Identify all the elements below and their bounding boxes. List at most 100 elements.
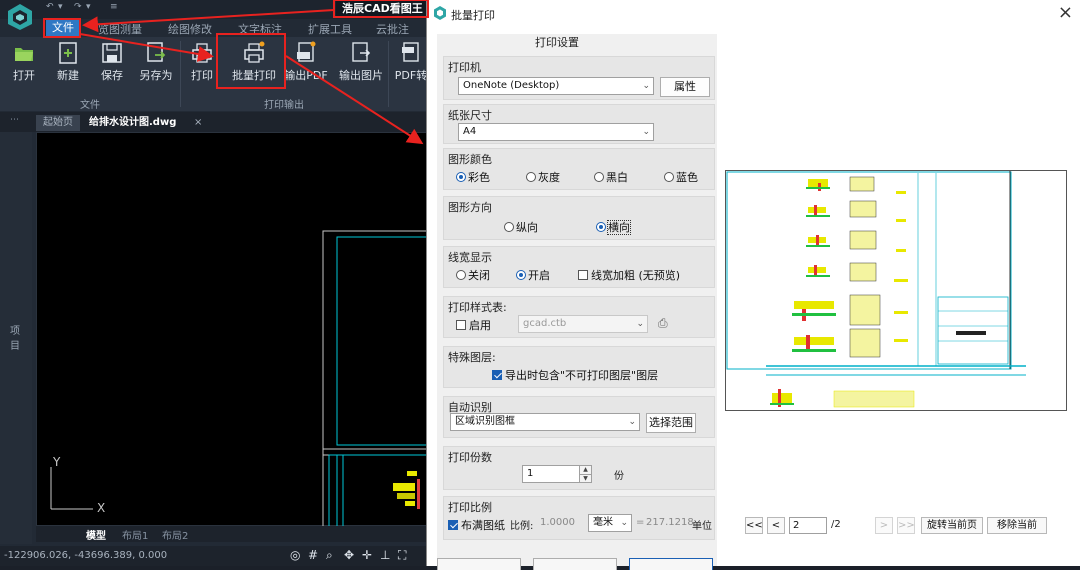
menu-draw-modify[interactable]: 绘图修改 [168,21,212,37]
dialog-title: 批量打印 [451,9,495,22]
menu-text-annotate[interactable]: 文字标注 [238,21,282,37]
graphic-color-label: 图形颜色 [448,153,492,166]
menu-cloud-annotate[interactable]: 云批注 [376,21,409,37]
first-page-button[interactable]: << [745,517,763,534]
footer-button-primary[interactable] [629,558,713,570]
include-nonprint-layer-checkbox[interactable]: 导出时包含"不可打印图层"图层 [492,367,658,383]
rotate-page-button[interactable]: 旋转当前页 [921,517,983,534]
printer-select[interactable]: OneNote (Desktop) ⌄ [458,77,654,95]
checkbox-icon [578,270,588,280]
pdf-convert-label: PDF转 [394,69,428,82]
radio-icon [594,172,604,182]
next-page-button[interactable]: > [875,517,893,534]
print-style-edit-icon[interactable]: ⎙ [658,316,668,331]
tab-layout1[interactable]: 布局1 [122,527,148,542]
color-option-gray[interactable]: 灰度 [526,169,560,185]
coordinates-readout: -122906.026, -43696.389, 0.000 [4,550,168,561]
quick-access-toolbar: ↶ ▾ ↷ ▾ ≡ 浩辰CAD看图王 [0,0,430,30]
style-table-enable-checkbox[interactable]: 启用 [456,317,491,333]
menu-extend-tools[interactable]: 扩展工具 [308,21,352,37]
copies-stepper[interactable]: 1 ▲ ▼ [522,465,592,483]
prev-page-button[interactable]: < [767,517,785,534]
orientation-landscape[interactable]: 横向 [596,219,631,235]
save-label: 保存 [101,69,123,82]
ortho-icon[interactable]: ⊥ [380,548,390,562]
auto-detect-select[interactable]: 区域识别图框 ⌄ [450,413,640,431]
paper-size-select[interactable]: A4 ⌄ [458,123,654,141]
chevron-down-icon: ⌄ [636,319,644,329]
style-table-select[interactable]: gcad.ctb ⌄ [518,315,648,333]
chevron-down-icon: ⌄ [642,81,650,91]
dialog-logo-icon [434,6,446,20]
tab-start-page[interactable]: 起始页 [36,115,80,131]
snap-icon[interactable]: ◎ [290,548,300,562]
footer-button[interactable] [437,558,521,570]
new-button[interactable]: 新建 [46,41,90,83]
scale-equals: = [636,517,645,528]
select-range-button[interactable]: 选择范围 [646,413,696,433]
save-as-button[interactable]: 另存为 [134,41,178,83]
drawing-canvas[interactable]: Y X [36,132,430,528]
color-option-label: 蓝色 [676,171,698,184]
zoom-icon[interactable]: ⌕ [326,548,333,563]
scale-unit-select[interactable]: 毫米 ⌄ [588,514,632,532]
radio-selected-icon [596,222,606,232]
preview-drawing [726,171,1026,408]
color-option-blue[interactable]: 蓝色 [664,169,698,185]
export-image-button[interactable]: 输出图片 [336,41,386,83]
status-bar: -122906.026, -43696.389, 0.000 ◎ # ⌕ ✥ ✛… [0,546,430,566]
printer-properties-button[interactable]: 属性 [660,77,710,97]
last-page-button[interactable]: >> [897,517,915,534]
lineweight-bold-checkbox[interactable]: 线宽加粗 (无预览) [578,267,680,283]
fullscreen-icon[interactable]: ⛶ [398,548,406,563]
open-button[interactable]: 打开 [2,41,46,83]
batch-print-button[interactable]: 批量打印 [226,41,282,83]
preview-fixture-group [770,176,915,408]
copies-unit: 份 [614,471,624,482]
footer-button[interactable] [533,558,617,570]
redo-icon[interactable]: ↷ [74,2,82,12]
save-button[interactable]: 保存 [90,41,134,83]
undo-icon[interactable]: ↶ [46,2,54,12]
chevron-down-icon: ⌄ [642,127,650,137]
print-button[interactable]: 打印 [180,41,224,83]
color-option-label: 彩色 [468,171,490,184]
menu-view-measure[interactable]: 览图测量 [98,21,142,37]
save-as-label: 另存为 [139,69,173,82]
side-panel-label[interactable]: 项目 [10,322,24,352]
style-table-value: gcad.ctb [523,318,567,329]
dialog-close-icon[interactable]: × [1058,2,1073,23]
lineweight-off[interactable]: 关闭 [456,267,490,283]
pdf-convert-button[interactable]: PDF转 [392,41,430,83]
lineweight-on[interactable]: 开启 [516,267,550,283]
chevron-down-icon: ⌄ [620,518,628,528]
export-pdf-button[interactable]: 输出PDF [284,41,328,83]
lineweight-option-label: 开启 [528,269,550,282]
tab-model[interactable]: 模型 [86,527,106,542]
customize-icon[interactable]: ≡ [110,2,118,12]
increment-icon[interactable]: ▲ [579,466,591,474]
color-option-color[interactable]: 彩色 [456,169,490,185]
lineweight-bold-label: 线宽加粗 (无预览) [591,269,681,282]
menu-file[interactable]: 文件 [46,20,80,36]
close-tab-icon[interactable]: × [194,115,202,131]
dropdown-arrow-icon[interactable]: ▾ [86,2,91,12]
save-as-icon [147,42,166,62]
pan-icon[interactable]: ✥ [344,548,354,562]
app-title: 浩辰CAD看图王 [336,0,430,17]
tab-layout2[interactable]: 布局2 [162,527,188,542]
crosshair-icon[interactable]: ✛ [362,548,372,562]
dropdown-arrow-icon[interactable]: ▾ [58,2,63,12]
tab-drawing-file[interactable]: 给排水设计图.dwg × [84,115,210,131]
grid-icon[interactable]: # [308,548,318,562]
fit-to-paper-checkbox[interactable]: 布满图纸 [448,517,505,533]
fit-to-paper-label: 布满图纸 [461,519,505,532]
remove-page-button[interactable]: 移除当前 [987,517,1047,534]
color-option-bw[interactable]: 黑白 [594,169,628,185]
decrement-icon[interactable]: ▼ [579,474,591,482]
print-preview[interactable] [725,170,1067,411]
print-label: 打印 [191,69,213,82]
page-number-input[interactable]: 2 [789,517,827,534]
x-axis-label: X [97,501,106,515]
orientation-portrait[interactable]: 纵向 [504,219,538,235]
